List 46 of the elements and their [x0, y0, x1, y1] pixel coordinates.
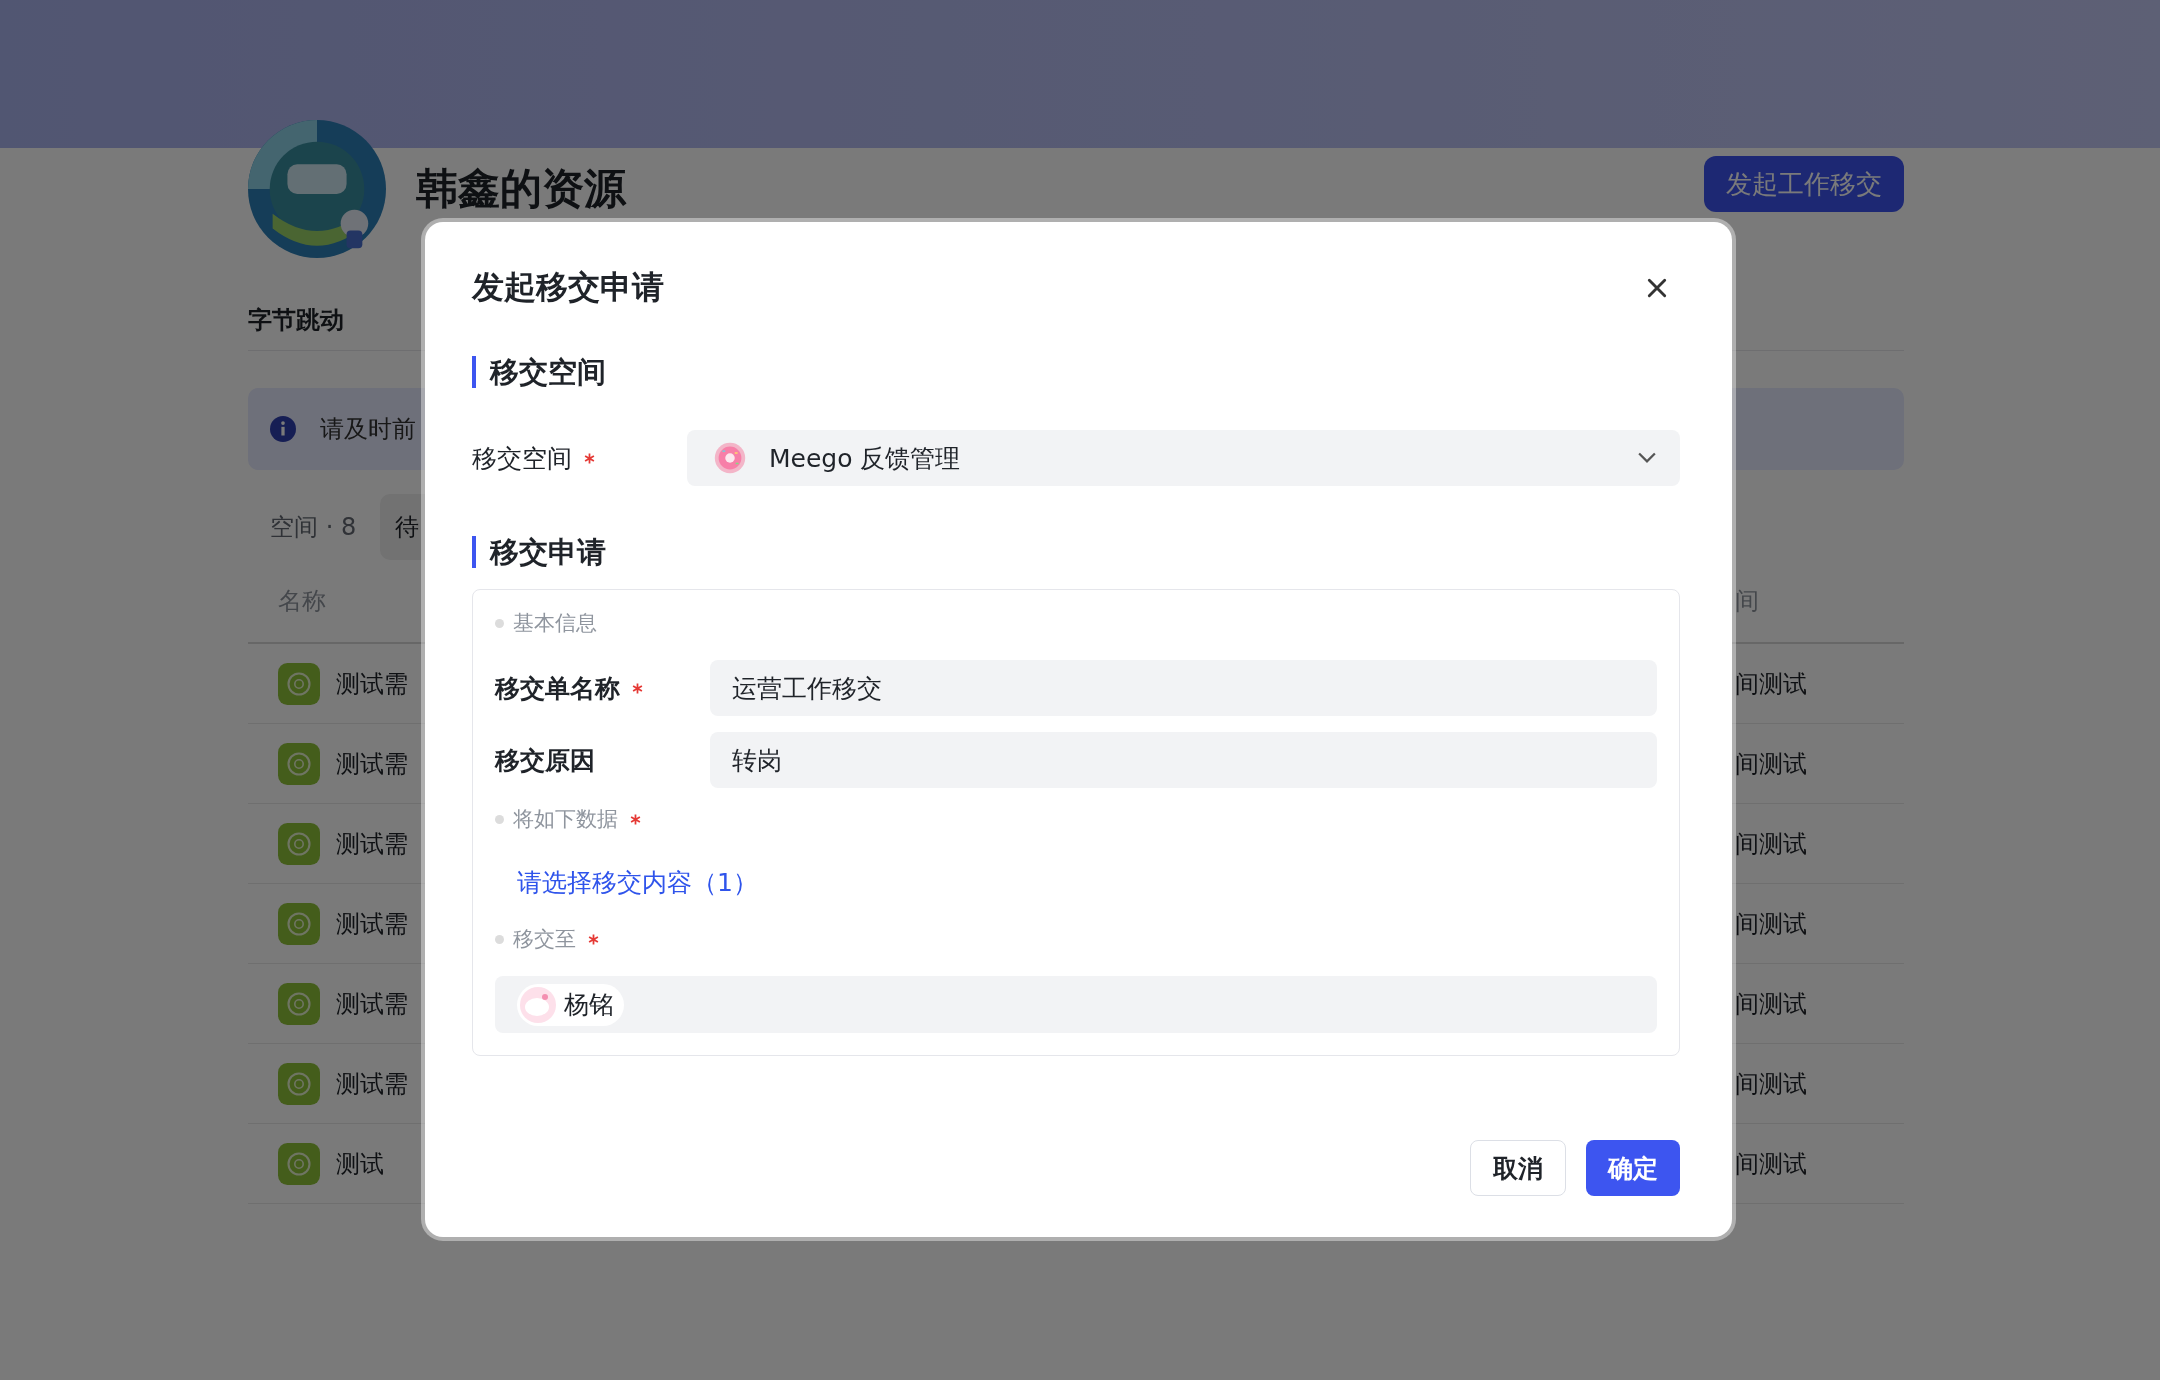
project-icon: [278, 982, 320, 1025]
table-cell-text: 间测试: [1735, 988, 1807, 1020]
table-cell-text: 间测试: [1735, 1148, 1807, 1180]
project-icon: [278, 662, 320, 705]
notice-text: 请及时前: [320, 414, 416, 445]
assignee-field[interactable]: 杨铭: [495, 976, 1657, 1033]
space-select[interactable]: Meego 反馈管理: [687, 430, 1680, 486]
table-cell-text: 间测试: [1735, 1068, 1807, 1100]
table-cell-text: 测试: [336, 1148, 384, 1180]
space-count: 空间 · 8: [269, 512, 358, 543]
table-cell-text: 测试需: [336, 668, 408, 700]
section-title: 移交空间: [472, 356, 1680, 388]
table-cell-text: 间测试: [1735, 828, 1807, 860]
bullet-icon: [495, 934, 504, 944]
table-cell-text: 测试需: [336, 748, 408, 780]
chevron-down-icon: [1638, 452, 1656, 464]
project-icon: [278, 1062, 320, 1105]
table-cell-text: 测试需: [336, 908, 408, 940]
table-cell-text: 测试需: [336, 828, 408, 860]
project-icon: [278, 822, 320, 865]
avatar-icon: [520, 986, 556, 1023]
project-icon: [278, 742, 320, 785]
user-chip[interactable]: 杨铭: [517, 983, 624, 1026]
project-icon: [278, 902, 320, 945]
table-cell-text: 间测试: [1735, 668, 1807, 700]
bullet-icon: [495, 814, 504, 824]
table-cell-text: 测试需: [336, 1068, 408, 1100]
field-label: 移交空间: [472, 442, 572, 475]
input-field[interactable]: 运营工作移交: [710, 660, 1657, 716]
table-cell-text: 间测试: [1735, 748, 1807, 780]
table-cell-text: 测试需: [336, 988, 408, 1020]
field-label: 移交原因: [495, 744, 595, 777]
select-content-link[interactable]: 请选择移交内容（1）: [517, 864, 1657, 902]
table-cell-text: 间测试: [1735, 908, 1807, 940]
page-title: 韩鑫的资源: [416, 163, 628, 215]
bullet-icon: [495, 618, 504, 628]
group-caption: 将如下数据: [513, 806, 618, 833]
project-icon: [278, 1142, 320, 1185]
group-caption: 移交至: [513, 926, 576, 953]
input-field[interactable]: 转岗: [710, 732, 1657, 788]
confirm-button[interactable]: 确定: [1586, 1140, 1680, 1196]
info-icon: [270, 416, 296, 442]
section-title: 移交申请: [472, 536, 1680, 568]
group-caption: 基本信息: [513, 610, 597, 637]
field-label: 移交单名称: [495, 672, 620, 705]
cancel-button[interactable]: 取消: [1470, 1140, 1566, 1196]
